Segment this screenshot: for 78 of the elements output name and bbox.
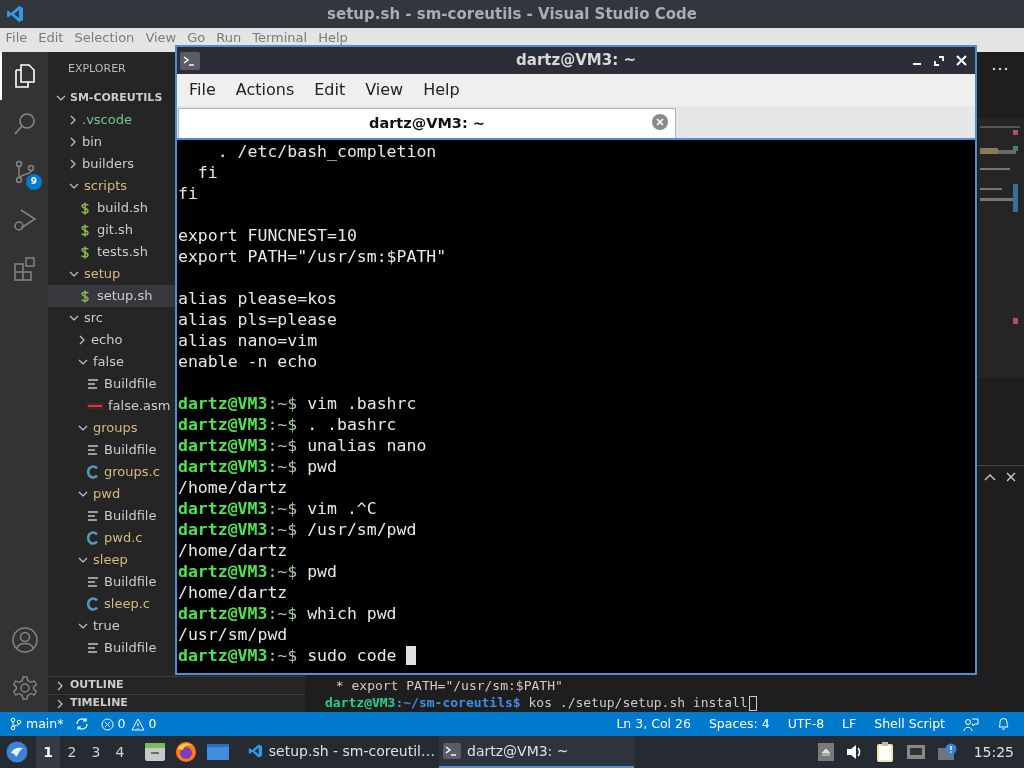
count-badge: 9 (26, 174, 42, 190)
window-title: dartz@VM3: ~ (516, 50, 636, 72)
prompt-line: dartz@VM3:~$ pwd (178, 561, 337, 582)
terminal-line: * export PATH="/usr/sm:$PATH" (334, 678, 563, 693)
tree-item[interactable]: bin (48, 131, 175, 153)
menu-item[interactable]: File (179, 78, 226, 102)
task-button[interactable]: setup.sh - sm-coreutil… (244, 736, 439, 768)
tree-item[interactable]: build.sh (48, 197, 175, 219)
prompt-line: dartz@VM3:~$ pwd (178, 456, 337, 477)
prompt-line: dartz@VM3:~$ /usr/sm/pwd (178, 519, 417, 540)
status-item[interactable]: LF (842, 714, 857, 734)
tree-item[interactable]: git.sh (48, 219, 175, 241)
clock: 15:25 (973, 742, 1014, 762)
tree-item[interactable]: setup.sh (48, 285, 175, 307)
tree-item[interactable]: .vscode (48, 109, 175, 131)
tree-item[interactable]: false.asm (48, 395, 175, 417)
problems-status[interactable]: 0 0 (101, 714, 157, 734)
tree-item[interactable]: Buildfile (48, 373, 175, 395)
tree-item[interactable]: sleep (48, 549, 175, 571)
tree-item[interactable]: setup (48, 263, 175, 285)
status-item[interactable]: Shell Script (874, 714, 945, 734)
tree-item[interactable]: Buildfile (48, 637, 175, 659)
tree-item[interactable]: false (48, 351, 175, 373)
menu-item[interactable]: Actions (225, 78, 305, 102)
terminal-line: /home/dartz (178, 541, 288, 560)
workspace-button[interactable]: 4 (108, 736, 132, 768)
terminal-line: fi (196, 163, 218, 182)
tree-item[interactable]: scripts (48, 175, 175, 197)
menu-item[interactable]: Help (413, 78, 470, 102)
tree-item[interactable]: echo (48, 329, 175, 351)
status-item[interactable]: Ln 3, Col 26 (616, 714, 691, 734)
tree-item[interactable]: Buildfile (48, 571, 175, 593)
status-item[interactable]: Spaces: 4 (708, 714, 770, 734)
terminal-line: export FUNCNEST=10 (178, 226, 357, 245)
window-title: setup.sh - sm-coreutils - Visual Studio Code (327, 3, 697, 25)
menu-item[interactable]: Go (181, 30, 211, 45)
sidebar-title: EXPLORER (68, 61, 126, 78)
tree-item[interactable]: Buildfile (48, 505, 175, 527)
terminal-line: alias please=kos (178, 289, 337, 308)
tree-item[interactable]: src (48, 307, 175, 329)
prompt-line: dartz@VM3:~$ sudo code (178, 645, 397, 666)
workspace-button[interactable]: 1 (36, 736, 60, 768)
tree-item[interactable]: pwd.c (48, 527, 175, 549)
menu-item[interactable]: View (355, 78, 414, 102)
prompt-line: dartz@VM3:~/sm-coreutils$ kos ./setup/setup.sh install (325, 695, 748, 711)
terminal-line: alias nano=vim (178, 331, 318, 350)
terminal-line: enable -n echo (178, 352, 318, 371)
terminal-line: /home/dartz (178, 478, 288, 497)
terminal-line: alias pls=please (178, 310, 337, 329)
menu-item[interactable]: Edit (304, 78, 356, 102)
tree-root[interactable]: SM-COREUTILS (48, 87, 175, 109)
prompt-line: dartz@VM3:~$ . .bashrc (178, 414, 397, 435)
section-header[interactable]: OUTLINE (48, 676, 305, 694)
tree-item[interactable]: tests.sh (48, 241, 175, 263)
menu-item[interactable]: Selection (68, 30, 140, 45)
terminal-line: /usr/sm/pwd (178, 625, 288, 644)
status-item[interactable]: UTF-8 (787, 714, 825, 734)
branch-status[interactable]: main* (10, 714, 64, 734)
prompt-line: dartz@VM3:~$ which pwd (178, 603, 397, 624)
workspace-button[interactable]: 3 (84, 736, 108, 768)
prompt-line: dartz@VM3:~$ unalias nano (178, 435, 427, 456)
tree-item[interactable]: groups (48, 417, 175, 439)
prompt-line: dartz@VM3:~$ vim .bashrc (178, 393, 417, 414)
menu-item[interactable]: View (139, 30, 182, 45)
tree-item[interactable]: sleep.c (48, 593, 175, 615)
terminal-line: export PATH="/usr/sm:$PATH" (178, 247, 447, 266)
tree-item[interactable]: Buildfile (48, 439, 175, 461)
tree-item[interactable]: groups.c (48, 461, 175, 483)
prompt-line: dartz@VM3:~$ vim .^C (178, 498, 377, 519)
tree-item[interactable]: true (48, 615, 175, 637)
terminal-line: fi (178, 184, 198, 203)
terminal-tab[interactable]: dartz@VM3: ~ (178, 108, 676, 138)
tree-item[interactable]: pwd (48, 483, 175, 505)
terminal-line: . /etc/bash_completion (216, 142, 437, 161)
task-button[interactable]: dartz@VM3: ~ (439, 736, 634, 768)
terminal-line: /home/dartz (178, 583, 288, 602)
workspace-button[interactable]: 2 (60, 736, 84, 768)
tree-item[interactable]: builders (48, 153, 175, 175)
